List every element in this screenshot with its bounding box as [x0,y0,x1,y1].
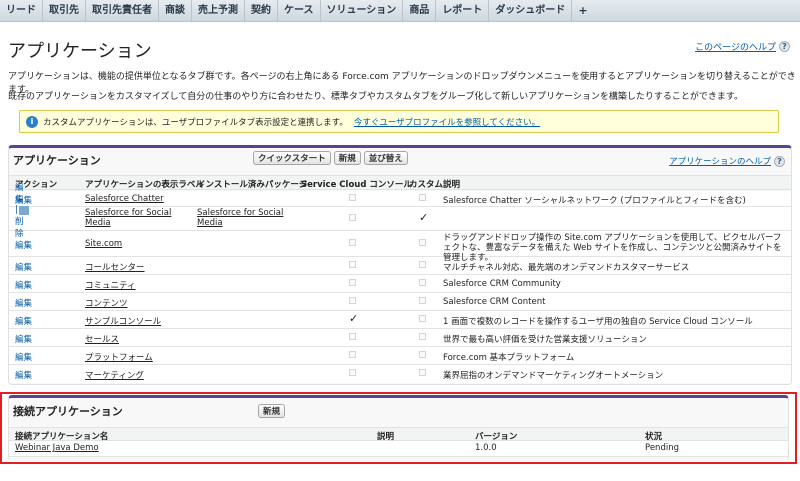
app-label-link[interactable]: Salesforce for Social Media [85,208,193,228]
table-row: 編集 サンプルコンソール ✓ 1 画面で複数のレコードを操作するユーザ用の独自の… [9,311,791,329]
table-row: 編集 Salesforce Chatter Salesforce Chatter… [9,191,791,207]
connected-apps-title: 接続アプリケーション [13,405,123,418]
view-profiles-link[interactable]: 今すぐユーザプロファイルを参照してください。 [354,116,540,128]
custom-check-icon: ✓ [419,211,429,224]
add-tab-icon[interactable]: + [572,0,593,22]
quickstart-button[interactable]: クイックスタート [253,151,331,165]
apps-help-link[interactable]: アプリケーションのヘルプ ? [669,155,785,167]
table-row: 編集 コンテンツ Salesforce CRM Content [9,293,791,311]
new-app-button[interactable]: 新規 [333,151,361,165]
connected-app-link[interactable]: Webinar Java Demo [15,443,99,453]
reorder-button[interactable]: 並び替え [363,151,408,165]
apps-button-bar: クイックスタート 新規 並び替え [253,151,408,165]
new-connected-app-button[interactable]: 新規 [258,404,286,418]
apps-table-header: アクション アプリケーションの表示ラベル インストール済みパッケージ Servi… [9,175,791,190]
app-label-link[interactable]: Salesforce Chatter [85,194,164,204]
info-text: カスタムアプリケーションは、ユーザプロファイルタブ表示設定と連携します。 [43,117,348,128]
tab-products[interactable]: 商品 [403,0,437,22]
tab-contracts[interactable]: 契約 [245,0,278,22]
apps-title: アプリケーション [13,154,101,167]
col-label: アプリケーションの表示ラベル [85,180,204,190]
tab-cases[interactable]: ケース [278,0,321,22]
app-description: マルチチャネル対応、最先端のオンデマンドカスタマーサービス [443,263,690,273]
description-line-2: 既存のアプリケーションをカスタマイズして自分の仕事のやり方に合わせたり、標準タブ… [8,92,744,102]
app-description: Salesforce Chatter ソーシャルネットワーク (プロファイルとフ… [443,196,746,206]
col-package: インストール済みパッケージ [197,180,308,190]
tab-dashboards[interactable]: ダッシュボード [489,0,573,22]
app-label-link[interactable]: プラットフォーム [85,351,153,363]
page-help-link[interactable]: このページのヘルプ ? [695,40,790,53]
page-help-label[interactable]: このページのヘルプ [695,40,776,53]
help-icon[interactable]: ? [779,41,790,52]
col-description: 説明 [443,180,461,190]
app-description: Force.com 基本プラットフォーム [443,353,575,363]
table-row: 編集 コミュニティ Salesforce CRM Community [9,275,791,293]
edit-link[interactable]: 編集 [15,239,32,251]
info-icon: i [26,115,38,128]
info-message: i カスタムアプリケーションは、ユーザプロファイルタブ表示設定と連携します。 今… [19,110,779,133]
app-label-link[interactable]: サンプルコンソール [85,315,161,327]
connected-apps-highlight: 接続アプリケーション 新規 接続アプリケーション名 説明 バージョン 状況 We… [0,392,797,464]
app-label-link[interactable]: コールセンター [85,261,145,273]
app-label-link[interactable]: コミュニティ [85,279,136,291]
tab-accounts[interactable]: 取引先 [43,0,86,22]
apps-section: アプリケーション クイックスタート 新規 並び替え アプリケーションのヘルプ ?… [8,145,792,385]
apps-help-label[interactable]: アプリケーションのヘルプ [669,155,771,167]
download-icon [19,205,29,215]
edit-link[interactable]: 編集 [15,279,32,291]
tab-forecasts[interactable]: 売上予測 [192,0,245,22]
page-title: アプリケーション [8,41,152,62]
connected-apps-table-header: 接続アプリケーション名 説明 バージョン 状況 [9,427,788,442]
edit-link[interactable]: 編集 [15,297,32,309]
table-row: 編集 プラットフォーム Force.com 基本プラットフォーム [9,347,791,365]
tab-opportunities[interactable]: 商談 [159,0,192,22]
connected-app-version: 1.0.0 [475,443,497,453]
edit-link[interactable]: 編集 [15,315,32,327]
edit-link[interactable]: 編集 [15,351,32,363]
tab-solutions[interactable]: ソリューション [321,0,404,22]
table-row: 編集 コールセンター マルチチャネル対応、最先端のオンデマンドカスタマーサービス [9,257,791,275]
edit-link[interactable]: 編集 [15,261,32,273]
edit-link[interactable]: 編集 [15,369,32,381]
col-custom: カスタム [409,180,444,190]
table-row: 編集 マーケティング 業界屈指のオンデマンドマーケティングオートメーション [9,365,791,383]
tab-leads[interactable]: リード [0,0,43,22]
table-row: Webinar Java Demo 1.0.0 Pending [9,441,788,457]
app-description: 世界で最も高い評価を受けた営業支援ソリューション [443,335,647,345]
app-description: 業界屈指のオンデマンドマーケティングオートメーション [443,371,664,381]
app-label-link[interactable]: Site.com [85,239,122,249]
table-row: 編集 セールス 世界で最も高い評価を受けた営業支援ソリューション [9,329,791,347]
connected-app-status: Pending [645,443,679,453]
tab-contacts[interactable]: 取引先責任者 [86,0,159,22]
table-row: 編集 Site.com ドラッグアンドドロップ操作の Site.com アプリケ… [9,231,791,263]
app-description: Salesforce CRM Community [443,279,561,289]
table-row: 編集 | 削除 Salesforce for Social Media Sale… [9,183,791,239]
help-icon[interactable]: ? [774,155,785,167]
col-service-cloud: Service Cloud コンソール [301,180,412,190]
connected-apps-section: 接続アプリケーション 新規 接続アプリケーション名 説明 バージョン 状況 We… [8,395,789,461]
package-link[interactable]: Salesforce for Social Media [197,208,295,228]
tab-reports[interactable]: レポート [436,0,490,22]
app-label-link[interactable]: マーケティング [85,369,144,381]
app-description: 1 画面で複数のレコードを操作するユーザ用の独自の Service Cloud … [443,317,753,327]
app-description: Salesforce CRM Content [443,297,546,307]
edit-link[interactable]: 編集 [15,333,32,345]
app-label-link[interactable]: コンテンツ [85,297,128,309]
service-cloud-check-icon: ✓ [349,312,359,325]
apps-table-body: 編集 Salesforce Chatter Salesforce Chatter… [9,183,791,383]
app-label-link[interactable]: セールス [85,333,119,345]
top-nav: リード 取引先 取引先責任者 商談 売上予測 契約 ケース ソリューション 商品… [0,0,800,22]
